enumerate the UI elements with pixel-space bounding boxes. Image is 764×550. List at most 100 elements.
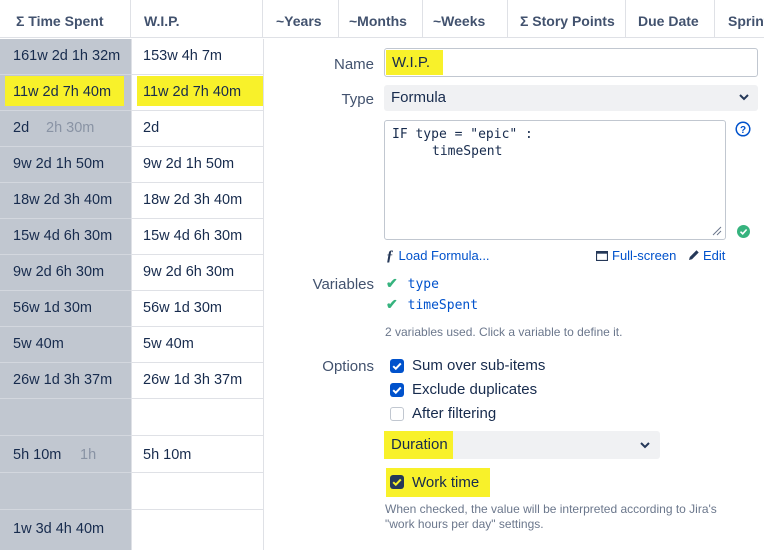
full-screen-link[interactable]: Full-screen — [595, 247, 677, 263]
work-time-checkbox[interactable]: Work time — [386, 468, 490, 497]
wip-cell: 9w 2d 6h 30m — [143, 264, 235, 280]
table-row[interactable]: 56w 1d 30m — [132, 291, 263, 327]
exclude-duplicates-checkbox[interactable]: Exclude duplicates — [390, 380, 590, 402]
table-row[interactable]: 5h 10m — [132, 436, 263, 473]
wip-cell: 153w 4h 7m — [143, 48, 222, 64]
table-row[interactable]: 18w 2d 3h 40m — [0, 183, 131, 219]
table-row[interactable] — [132, 473, 263, 510]
check-icon: ✔ — [386, 296, 398, 312]
table-row[interactable]: 5w 40m — [132, 327, 263, 363]
name-input-value: W.I.P. — [392, 54, 431, 71]
checkbox-checked-icon — [390, 475, 404, 489]
time-spent-cell: 18w 2d 3h 40m — [13, 192, 113, 208]
time-spent-column: 161w 2d 1h 32m 11w 2d 7h 40m 2d 2h 30m 9w… — [0, 39, 131, 550]
column-header-years[interactable]: ~Years — [263, 0, 339, 38]
table-row[interactable]: 15w 4d 6h 30m — [0, 219, 131, 255]
table-row[interactable]: 9w 2d 1h 50m — [0, 147, 131, 183]
variables-label: Variables — [312, 276, 374, 293]
wip-cell: 5h 10m — [143, 447, 192, 463]
formula-line: IF type = "epic" : — [392, 127, 533, 142]
load-formula-label: Load Formula... — [398, 248, 490, 263]
svg-text:?: ? — [740, 125, 746, 136]
time-spent-cell: 15w 4d 6h 30m — [13, 228, 113, 244]
table-row[interactable] — [132, 510, 263, 550]
table-row[interactable]: 11w 2d 7h 40m — [0, 75, 131, 111]
time-spent-cell: 56w 1d 30m — [13, 300, 92, 316]
column-header-wip[interactable]: W.I.P. — [131, 0, 263, 38]
table-row[interactable]: 9w 2d 1h 50m — [132, 147, 263, 183]
wip-cell: 15w 4d 6h 30m — [143, 228, 243, 244]
variable-name: timeSpent — [407, 298, 479, 313]
pencil-icon — [689, 250, 699, 260]
formula-editor[interactable]: IF type = "epic" : timeSpent — [384, 120, 726, 240]
time-spent-cell: 26w 1d 3h 37m — [13, 372, 113, 388]
table-header: Σ Time Spent W.I.P. ~Years ~Months ~Week… — [0, 0, 764, 38]
table-row[interactable] — [132, 399, 263, 436]
table-row[interactable]: 26w 1d 3h 37m — [0, 363, 131, 399]
after-filtering-checkbox[interactable]: After filtering — [390, 404, 590, 426]
full-screen-icon — [595, 250, 609, 262]
table-row[interactable]: 5h 10m 1h — [0, 436, 131, 473]
edit-link[interactable]: Edit — [688, 247, 725, 263]
table-row[interactable] — [0, 473, 131, 510]
wip-cell: 56w 1d 30m — [143, 300, 222, 316]
checkbox-unchecked-icon — [390, 407, 404, 421]
type-select[interactable]: Formula — [384, 85, 758, 111]
chevron-down-icon — [739, 94, 749, 101]
variable-item[interactable]: ✔ type — [386, 275, 439, 292]
table-row[interactable]: 2d — [132, 111, 263, 147]
column-header-months[interactable]: ~Months — [339, 0, 423, 38]
time-spent-extra: 2h 30m — [46, 120, 95, 136]
checkbox-label: Exclude duplicates — [412, 381, 538, 398]
full-screen-label: Full-screen — [612, 248, 677, 263]
sum-over-subitems-checkbox[interactable]: Sum over sub-items — [390, 356, 590, 378]
table-row[interactable]: 5w 40m — [0, 327, 131, 363]
wip-cell: 9w 2d 1h 50m — [143, 156, 235, 172]
resize-handle-icon[interactable] — [712, 226, 722, 236]
wip-cell: 18w 2d 3h 40m — [143, 192, 243, 208]
variable-item[interactable]: ✔ timeSpent — [386, 296, 478, 313]
chevron-down-icon — [640, 442, 650, 449]
type-label: Type — [341, 91, 374, 108]
variable-name: type — [407, 277, 439, 292]
function-icon: ƒ — [386, 248, 394, 264]
question-circle-icon[interactable]: ? — [735, 121, 751, 137]
wip-cell: 2d — [143, 120, 160, 136]
name-input[interactable]: W.I.P. — [384, 48, 758, 77]
checkbox-label: After filtering — [412, 405, 497, 422]
table-row[interactable]: 9w 2d 6h 30m — [132, 255, 263, 291]
column-header-due-date[interactable]: Due Date — [626, 0, 715, 38]
table-row[interactable] — [0, 399, 131, 436]
checkbox-checked-icon — [390, 359, 404, 373]
column-header-time-spent[interactable]: Σ Time Spent — [0, 0, 131, 38]
edit-label: Edit — [703, 248, 726, 263]
table-row[interactable]: 26w 1d 3h 37m — [132, 363, 263, 399]
table-row[interactable]: 9w 2d 6h 30m — [0, 255, 131, 291]
time-spent-cell: 1w 3d 4h 40m — [13, 521, 105, 537]
column-header-sprint[interactable]: Sprint — [715, 0, 764, 38]
options-label: Options — [322, 358, 374, 375]
time-spent-cell: 5w 40m — [13, 336, 64, 352]
table-row[interactable]: 153w 4h 7m — [132, 39, 263, 75]
table-row[interactable]: 15w 4d 6h 30m — [132, 219, 263, 255]
time-spent-cell: 9w 2d 6h 30m — [13, 264, 105, 280]
table-row[interactable]: 11w 2d 7h 40m — [132, 75, 263, 111]
table-row[interactable]: 2d 2h 30m — [0, 111, 131, 147]
work-time-hint: When checked, the value will be interpre… — [385, 502, 717, 516]
checkbox-checked-icon — [390, 383, 404, 397]
load-formula-link[interactable]: ƒ Load Formula... — [386, 247, 490, 265]
work-time-hint: "work hours per day" settings. — [385, 517, 544, 531]
time-spent-cell: 2d — [13, 120, 30, 136]
column-header-story-points[interactable]: Σ Story Points — [508, 0, 626, 38]
formula-line: timeSpent — [432, 144, 503, 159]
checkbox-label: Work time — [412, 474, 480, 491]
table-row[interactable]: 56w 1d 30m — [0, 291, 131, 327]
checkbox-label: Sum over sub-items — [412, 357, 546, 374]
wip-cell: 11w 2d 7h 40m — [143, 84, 242, 100]
table-row[interactable]: 161w 2d 1h 32m — [0, 39, 131, 75]
format-select[interactable]: Duration — [384, 431, 660, 459]
table-row[interactable]: 18w 2d 3h 40m — [132, 183, 263, 219]
column-header-weeks[interactable]: ~Weeks — [423, 0, 508, 38]
check-icon: ✔ — [386, 275, 398, 291]
table-row[interactable]: 1w 3d 4h 40m — [0, 510, 131, 550]
